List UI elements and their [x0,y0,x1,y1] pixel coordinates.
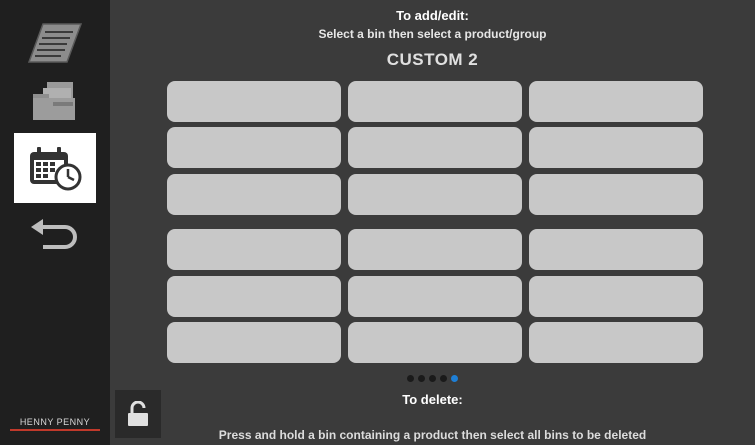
bin-slot[interactable] [529,127,703,168]
bin-slot[interactable] [529,229,703,270]
bin-slot[interactable] [167,174,341,215]
bin-slot[interactable] [167,229,341,270]
folders-icon [33,82,75,120]
bin-slot[interactable] [348,229,522,270]
sidebar-item-schedule[interactable] [14,133,96,203]
sidebar-item-back[interactable] [14,200,96,270]
sidebar-item-folders[interactable] [14,66,96,136]
page-indicator [110,375,755,382]
bin-slot[interactable] [348,174,522,215]
lock-button[interactable] [115,390,161,438]
lock-icon [128,401,148,426]
back-icon [31,219,77,249]
sidebar: HENNY PENNY [0,0,110,445]
bin-slot[interactable] [529,322,703,363]
brand-logo: HENNY PENNY [0,417,110,431]
page-dot [429,375,436,382]
delete-instructions: Press and hold a bin containing a produc… [218,428,647,442]
bin-slot[interactable] [529,174,703,215]
bin-slot[interactable] [167,276,341,317]
page-dot [418,375,425,382]
page-dot [407,375,414,382]
bin-slot[interactable] [348,322,522,363]
bin-slot[interactable] [348,276,522,317]
page-dot [451,375,458,382]
bin-slot[interactable] [348,81,522,122]
bin-slot[interactable] [529,276,703,317]
recipes-icon [27,23,83,63]
bin-slot[interactable] [348,127,522,168]
bin-slot[interactable] [167,81,341,122]
instruction-title: To add/edit: [396,8,469,23]
delete-title: To delete: [402,392,463,407]
page-dot [440,375,447,382]
schedule-icon [30,147,82,191]
bin-slot[interactable] [167,127,341,168]
bin-slot[interactable] [167,322,341,363]
instruction-text: Select a bin then select a product/group [318,27,547,41]
bin-slot[interactable] [529,81,703,122]
main-panel: To add/edit: Select a bin then select a … [110,0,755,445]
page-title: CUSTOM 2 [386,50,479,69]
